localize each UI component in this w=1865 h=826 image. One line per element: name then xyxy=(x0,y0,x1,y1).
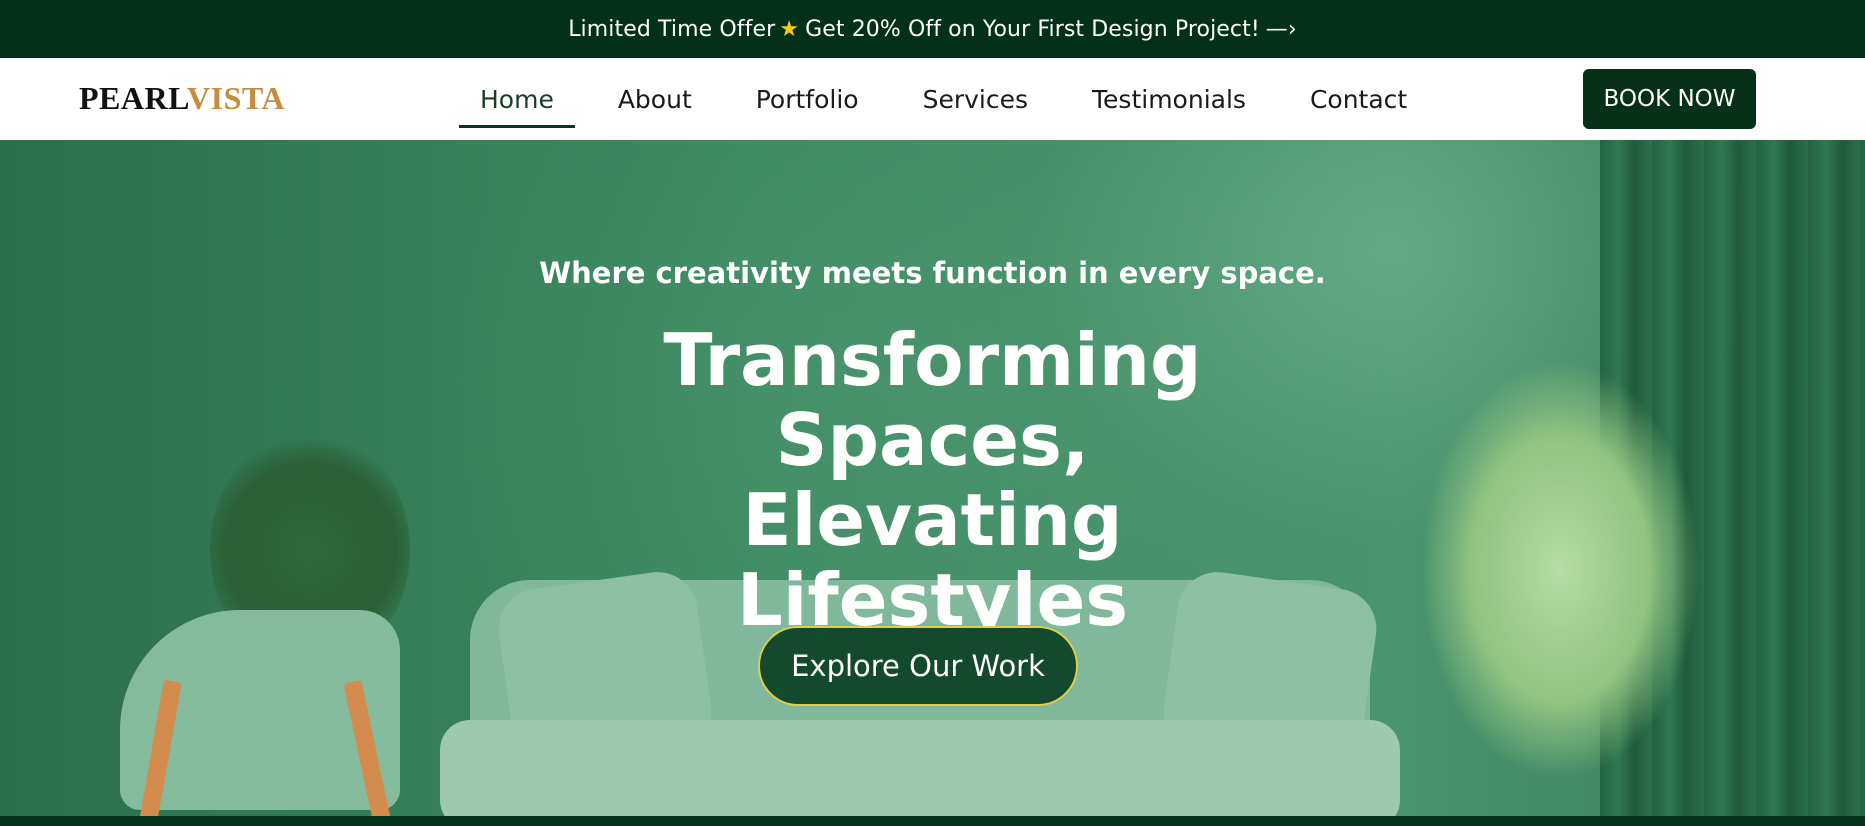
promo-text-after: Get 20% Off on Your First Design Project… xyxy=(805,16,1260,42)
book-now-button[interactable]: BOOK NOW xyxy=(1583,69,1756,129)
bottom-strip xyxy=(0,816,1865,826)
nav-item-contact[interactable]: Contact xyxy=(1289,58,1428,140)
explore-work-button[interactable]: Explore Our Work xyxy=(758,626,1078,706)
logo-part-pearl: PEARL xyxy=(79,80,188,116)
nav-item-portfolio[interactable]: Portfolio xyxy=(735,58,880,140)
hero-headline: Transforming Spaces, Elevating Lifestyle… xyxy=(663,318,1202,642)
promo-text-before: Limited Time Offer xyxy=(568,16,776,42)
header-nav: PEARLVISTA Home About Portfolio Services… xyxy=(0,58,1865,140)
star-icon: ★ xyxy=(779,16,800,42)
promo-banner: Limited Time Offer ★ Get 20% Off on Your… xyxy=(0,0,1865,58)
logo[interactable]: PEARLVISTA xyxy=(79,80,285,117)
logo-part-vista: VISTA xyxy=(187,80,285,116)
hero-section: Where creativity meets function in every… xyxy=(0,140,1865,816)
nav-links: Home About Portfolio Services Testimonia… xyxy=(459,58,1450,140)
arrow-right-icon[interactable]: —› xyxy=(1266,17,1297,42)
nav-item-about[interactable]: About xyxy=(597,58,713,140)
nav-item-testimonials[interactable]: Testimonials xyxy=(1071,58,1267,140)
hero-tagline: Where creativity meets function in every… xyxy=(539,256,1326,290)
nav-item-home[interactable]: Home xyxy=(459,58,575,140)
nav-item-services[interactable]: Services xyxy=(902,58,1049,140)
hero-content: Where creativity meets function in every… xyxy=(0,140,1865,816)
